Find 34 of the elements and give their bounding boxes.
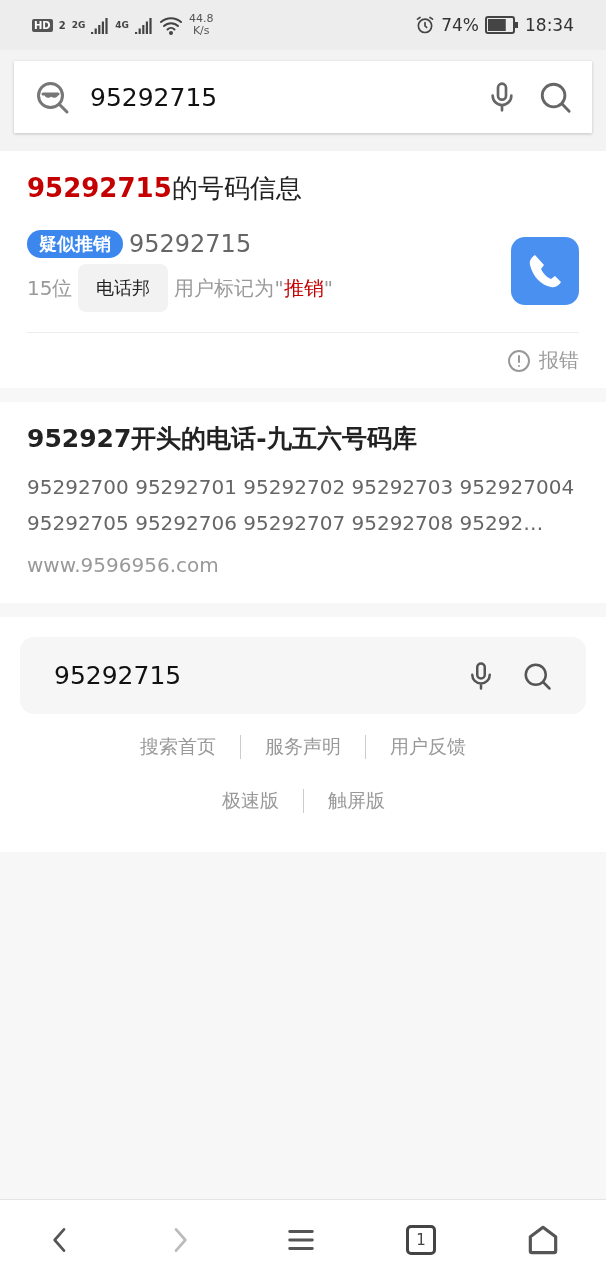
digit-count: 15位 xyxy=(27,274,73,302)
source-label: 电话邦 xyxy=(78,264,169,312)
tabs-button[interactable]: 1 xyxy=(406,1225,436,1255)
hd-indicator: HD xyxy=(32,18,53,32)
battery-icon xyxy=(485,16,519,34)
network-type: 4G xyxy=(115,20,129,30)
signal-icon xyxy=(91,16,110,34)
footer-link[interactable]: 触屏版 xyxy=(303,788,409,814)
phone-number: 95292715 xyxy=(129,230,252,258)
mark-text: 用户标记为"推销" xyxy=(174,274,333,302)
footer-link[interactable]: 极速版 xyxy=(197,788,303,814)
result-url: www.9596956.com xyxy=(27,553,220,577)
footer-link[interactable]: 搜索首页 xyxy=(116,734,240,760)
result-title[interactable]: 952927开头的电话-九五六号码库 xyxy=(27,422,579,455)
alarm-icon xyxy=(415,15,436,35)
search-field[interactable]: 95292715 xyxy=(14,61,592,133)
signal-icon xyxy=(134,16,153,34)
battery-percent: 74% xyxy=(441,15,479,35)
spam-tag: 疑似推销 xyxy=(27,230,123,258)
phone-call-icon[interactable] xyxy=(511,237,579,305)
speed-unit: K/s xyxy=(192,25,210,37)
result-snippet: 95292700 95292701 95292702 95292703 952927004 95292705 95292706 95292707 95292708 95292… xyxy=(27,474,576,537)
search-field[interactable]: 95292715 xyxy=(20,637,586,714)
network-type: 2G xyxy=(71,20,86,30)
sim-indicator: 2 xyxy=(58,19,66,31)
report-link[interactable]: 报错 xyxy=(539,347,579,374)
network-speed: 44.8 xyxy=(188,13,214,25)
alert-icon xyxy=(507,348,531,373)
mask-search-icon xyxy=(34,79,70,115)
footer-link[interactable]: 用户反馈 xyxy=(366,734,490,760)
search-icon[interactable] xyxy=(538,80,572,114)
clock: 18:34 xyxy=(525,15,574,35)
info-title: 95292715的号码信息 xyxy=(27,172,303,205)
footer-link[interactable]: 服务声明 xyxy=(241,734,365,760)
